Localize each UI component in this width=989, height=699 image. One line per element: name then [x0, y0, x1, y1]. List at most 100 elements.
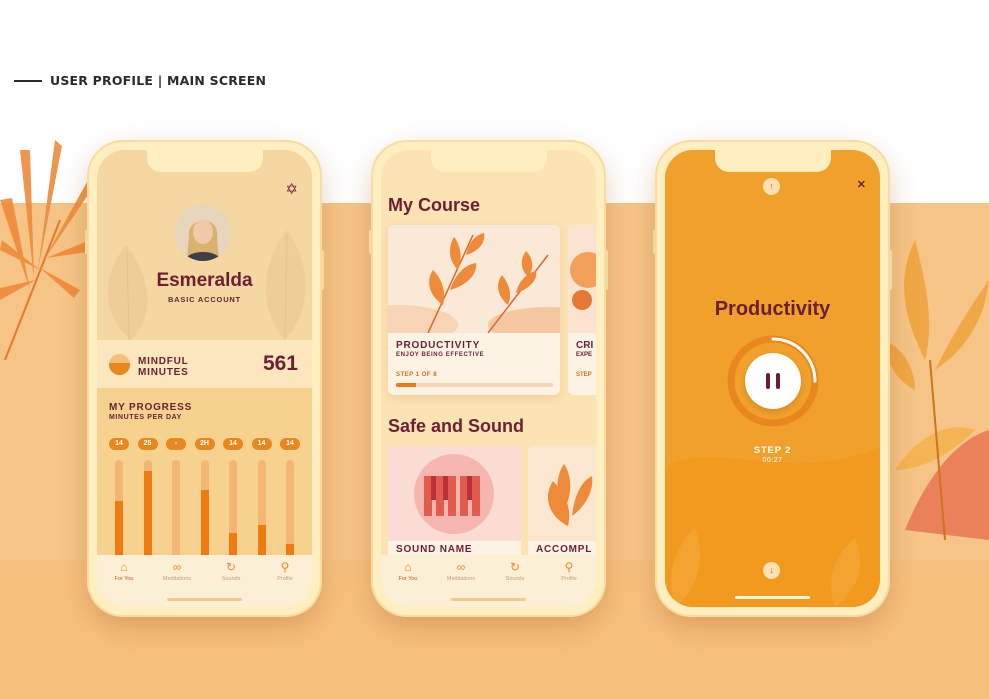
gear-icon[interactable]: ✡ — [285, 180, 298, 198]
right-plant-decoration — [885, 240, 989, 540]
close-icon[interactable]: ✕ — [857, 178, 866, 191]
phone-profile: ✡ Esmeralda BASIC ACCOUNT MINDFUL MINUTE… — [85, 140, 324, 617]
tab-label: Sounds — [505, 576, 525, 582]
safe-and-sound-heading: Safe and Sound — [388, 416, 525, 436]
tab-profile[interactable]: ⚲ Profile — [258, 560, 312, 582]
mindful-minutes-label: MINDFUL MINUTES — [138, 356, 189, 378]
progress-bar — [286, 460, 294, 568]
sound-card[interactable]: ACCOMPL — [528, 446, 596, 561]
pause-button[interactable] — [745, 353, 801, 409]
tab-for-you[interactable]: ⌂ For You — [97, 560, 151, 582]
tab-label: Meditations — [446, 576, 476, 582]
course-progress-fill — [396, 383, 416, 387]
phone-course: My Course PRODUCTIVITY ENJOY BEING EFFEC… — [369, 140, 608, 617]
refresh-icon: ↻ — [225, 560, 237, 574]
course-card-illustration — [388, 225, 560, 345]
leaf-illustration — [388, 225, 560, 345]
avatar-image — [175, 205, 231, 261]
phone-side-button — [85, 230, 88, 254]
course-card-step: STEP 1 OF 8 — [396, 372, 438, 378]
phone-side-button — [369, 230, 372, 254]
tab-label: Profile — [277, 576, 293, 582]
course-card-illustration — [568, 225, 596, 333]
phone-side-button — [653, 230, 656, 254]
profile-screen: ✡ Esmeralda BASIC ACCOUNT MINDFUL MINUTE… — [97, 150, 312, 607]
phone-notch — [146, 150, 263, 172]
left-plant-decoration — [0, 140, 90, 361]
avatar[interactable] — [175, 205, 231, 261]
progress-day-label: - — [166, 438, 186, 450]
course-card-productivity[interactable]: PRODUCTIVITY ENJOY BEING EFFECTIVE STEP … — [388, 225, 560, 395]
player-screen: ↑ ✕ Productivity STEP 2 00:27 ↓ — [665, 150, 880, 607]
home-icon: ⌂ — [120, 560, 128, 574]
phone-notch — [714, 150, 831, 172]
course-screen: My Course PRODUCTIVITY ENJOY BEING EFFEC… — [381, 150, 596, 607]
progress-bar — [115, 460, 123, 568]
course-card-secondary[interactable]: CRI EXPE STEP — [568, 225, 596, 395]
home-indicator — [167, 598, 242, 601]
tab-label: Profile — [561, 576, 577, 582]
progress-day-label: 14 — [280, 438, 300, 450]
mindful-label-line2: MINUTES — [138, 367, 189, 378]
account-type: BASIC ACCOUNT — [167, 295, 242, 304]
tab-sounds[interactable]: ↻ Sounds — [488, 560, 542, 582]
mindful-minutes-value: 561 — [262, 352, 298, 375]
progress-bar — [172, 460, 180, 568]
progress-day-label: 14 — [223, 438, 243, 450]
arrow-up-icon[interactable]: ↑ — [763, 178, 780, 195]
my-course-heading: My Course — [388, 195, 481, 215]
progress-title: MY PROGRESS — [109, 402, 193, 413]
progress-bar — [143, 460, 152, 568]
header-rule — [14, 79, 42, 82]
profile-name: Esmeralda — [156, 270, 253, 291]
tab-meditations[interactable]: ∞ Meditations — [150, 560, 204, 582]
tab-bar: ⌂ For You ∞ Meditations ↻ Sounds ⚲ Profile — [97, 555, 312, 607]
page-header: USER PROFILE | MAIN SCREEN — [14, 73, 266, 88]
sound-card[interactable]: SOUND NAME — [388, 446, 521, 561]
piano-illustration — [388, 446, 521, 541]
user-icon: ⚲ — [564, 560, 574, 574]
phone-side-button — [889, 250, 892, 290]
course-card-title: PRODUCTIVITY — [396, 340, 481, 351]
player-title: Productivity — [714, 298, 831, 320]
player-time: 00:27 — [762, 457, 783, 464]
tab-label: Sounds — [221, 576, 241, 582]
progress-bar — [200, 460, 209, 568]
course-card-subtitle: ENJOY BEING EFFECTIVE — [396, 352, 485, 358]
leaf-illustration — [528, 446, 596, 541]
home-indicator — [735, 596, 810, 599]
progress-day-label: 2H — [194, 438, 215, 450]
progress-panel: MY PROGRESS MINUTES PER DAY 14 25-2H 14 14 1… — [97, 388, 312, 568]
tab-meditations[interactable]: ∞ Meditations — [434, 560, 488, 582]
mindful-label-line1: MINDFUL — [138, 356, 189, 367]
tab-label: Meditations — [162, 576, 192, 582]
tab-profile[interactable]: ⚲ Profile — [542, 560, 596, 582]
phone-notch — [430, 150, 547, 172]
tab-label: For You — [398, 576, 418, 582]
progress-day-label: 14 — [109, 438, 129, 450]
user-icon: ⚲ — [280, 560, 290, 574]
course-progress-bar — [396, 383, 553, 387]
course-card-subtitle: EXPE — [576, 352, 593, 358]
sound-card-title: SOUND NAME — [396, 544, 473, 555]
tab-sounds[interactable]: ↻ Sounds — [204, 560, 258, 582]
mindful-minutes-row: MINDFUL MINUTES 561 — [97, 340, 312, 388]
phone-side-button — [605, 250, 608, 290]
progress-day-label: 25 — [137, 438, 158, 450]
phone-side-button — [321, 250, 324, 290]
course-card-step: STEP — [576, 372, 592, 378]
leaf-decoration-left — [107, 245, 148, 340]
tab-for-you[interactable]: ⌂ For You — [381, 560, 435, 582]
arrow-down-icon[interactable]: ↓ — [763, 562, 780, 579]
page-title: USER PROFILE | MAIN SCREEN — [50, 73, 267, 88]
phone-player: ↑ ✕ Productivity STEP 2 00:27 ↓ — [653, 140, 892, 617]
player-step: STEP 2 — [753, 445, 792, 456]
course-card-title: CRI — [576, 340, 594, 351]
refresh-icon: ↻ — [509, 560, 521, 574]
mindful-minutes-icon — [109, 354, 130, 375]
progress-subtitle: MINUTES PER DAY — [109, 414, 182, 421]
home-indicator — [451, 598, 526, 601]
tab-label: For You — [114, 576, 134, 582]
sound-card-title: ACCOMPL — [536, 544, 593, 555]
progress-bar — [257, 460, 266, 568]
